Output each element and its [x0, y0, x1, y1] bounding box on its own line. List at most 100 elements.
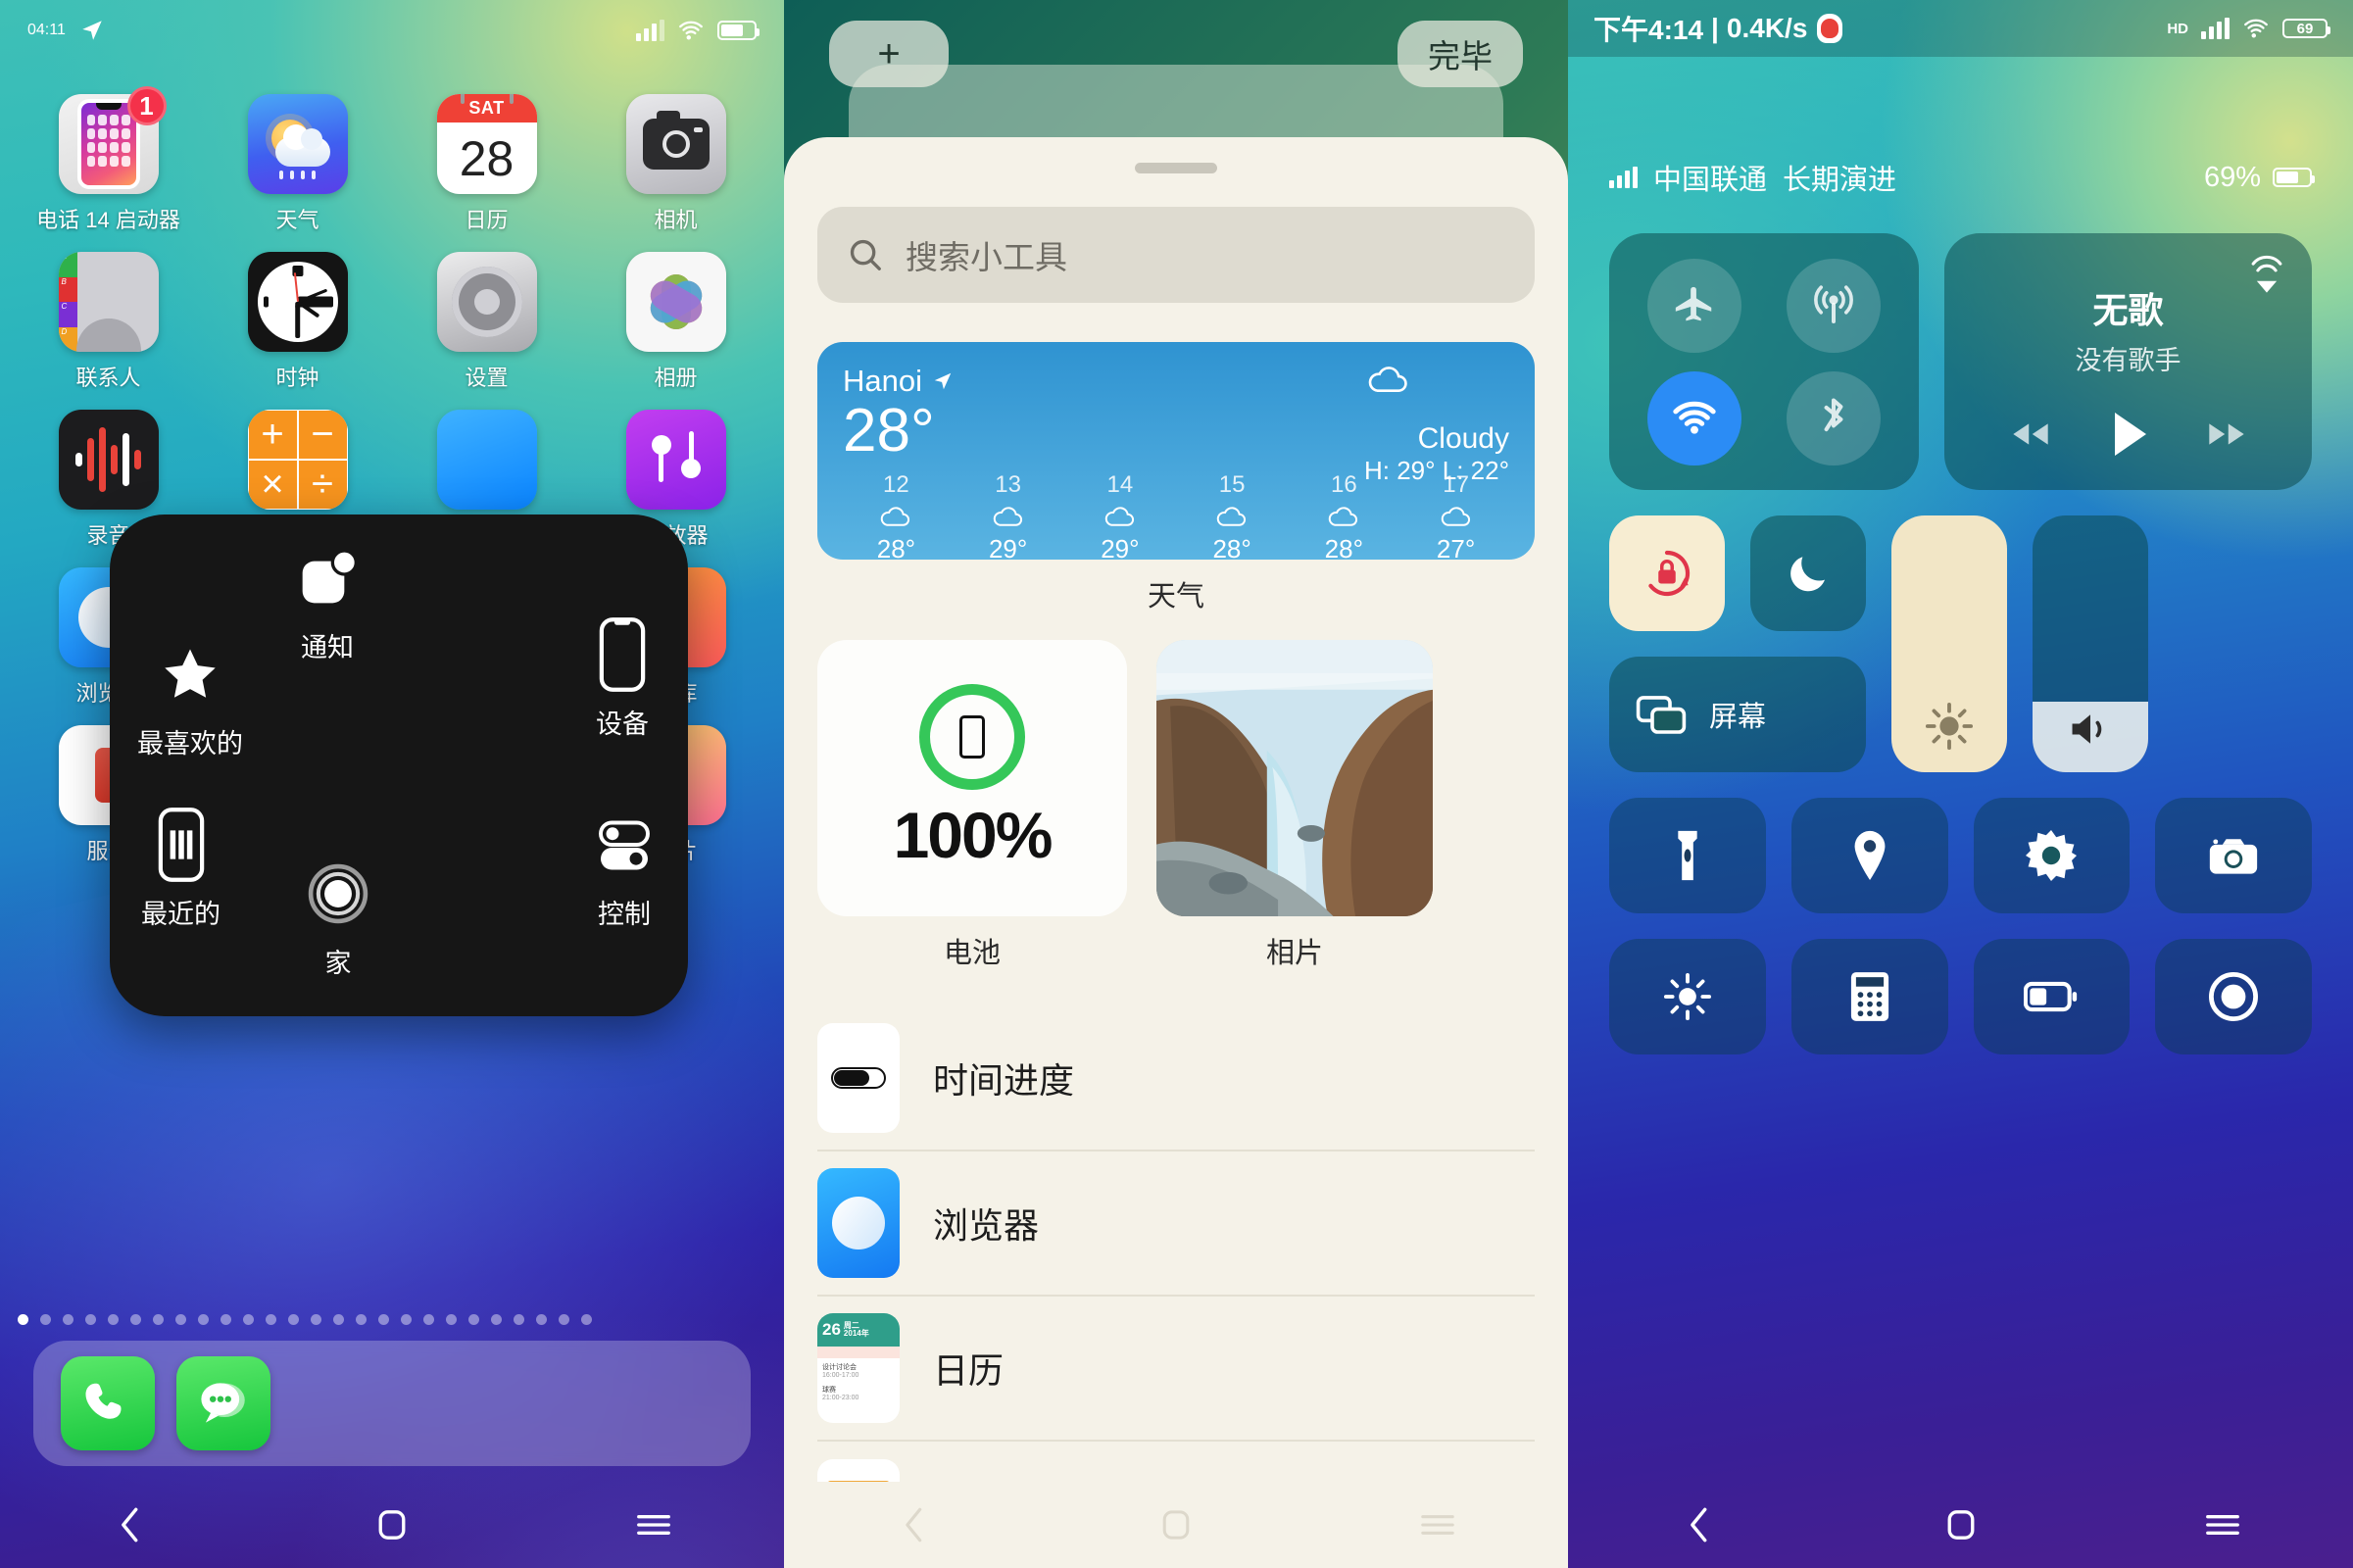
android-nav-bar	[1568, 1482, 2353, 1568]
media-title: 无歌	[2092, 289, 2164, 330]
control-row-toggles: 屏幕	[1609, 515, 2312, 772]
control-center-panel: 下午4:14 | 0.4K/s HD 69 中国联通 长期演进 69% 无歌 没…	[1568, 0, 2353, 1568]
fast-forward-icon[interactable]	[2204, 417, 2249, 451]
dock	[33, 1341, 751, 1466]
home-square-icon[interactable]	[1142, 1499, 1210, 1550]
sheet-grabber[interactable]	[1135, 163, 1217, 173]
list-item[interactable]: 浏览器	[817, 1152, 1535, 1297]
menu-lines-icon[interactable]	[2188, 1499, 2257, 1550]
at-item-device[interactable]: 设备	[586, 617, 659, 741]
at-item-favorites[interactable]: 最喜欢的	[137, 638, 243, 760]
at-label: 设备	[596, 710, 649, 739]
cellular-data-button[interactable]	[1787, 258, 1881, 353]
phone-icon[interactable]	[61, 1356, 155, 1450]
menu-lines-icon[interactable]	[1403, 1499, 1472, 1550]
airplay-icon[interactable]	[2245, 253, 2288, 296]
battery-half-icon	[2024, 980, 2079, 1013]
back-chevron-icon[interactable]	[1665, 1499, 1734, 1550]
qq-penguin-icon	[1817, 14, 1843, 43]
battery-widget-preview[interactable]: 100%	[817, 640, 1127, 916]
brightness-sun-icon	[1925, 702, 1974, 751]
location-button[interactable]	[1790, 798, 1948, 913]
hd-label: HD	[2167, 20, 2188, 37]
screen-mirroring-label: 屏幕	[1709, 702, 1767, 733]
wifi-button[interactable]	[1647, 370, 1741, 466]
screen-record-button[interactable]	[2155, 939, 2312, 1054]
battery-icon	[2273, 168, 2315, 187]
app-launcher[interactable]: 1 电话 14 启动器	[14, 76, 203, 234]
flashlight-icon	[1668, 827, 1707, 884]
assistive-touch-menu[interactable]: 通知 最喜欢的 设备 最近的 家 控制	[110, 514, 688, 1016]
page-dots[interactable]	[0, 1314, 784, 1325]
hour-temp: 28°	[1324, 534, 1363, 564]
volume-slider[interactable]	[2033, 515, 2148, 772]
app-clock[interactable]: 12 3 6 9 时钟	[203, 234, 392, 392]
app-label: 联系人	[75, 366, 141, 390]
airplane-mode-button[interactable]	[1647, 258, 1741, 353]
brightness-slider[interactable]	[1891, 515, 2007, 772]
back-chevron-icon[interactable]	[880, 1499, 949, 1550]
do-not-disturb-button[interactable]	[1750, 515, 1866, 631]
search-input[interactable]: 搜索小工具	[817, 207, 1535, 303]
screen-mirroring-button[interactable]: 屏幕	[1609, 657, 1866, 772]
toggles-left-column: 屏幕	[1609, 515, 1866, 772]
app-row: ABCD 联系人 12 3 6 9 时	[14, 234, 770, 392]
signal-bars-icon	[636, 20, 664, 41]
hour-label: 14	[1106, 471, 1134, 498]
volume-icon	[2067, 708, 2114, 751]
at-item-home[interactable]: 家	[302, 858, 374, 980]
battery-icon: 69	[2282, 19, 2330, 38]
menu-lines-icon[interactable]	[619, 1499, 688, 1550]
app-camera[interactable]: 相机	[581, 76, 770, 234]
app-photos[interactable]: 相册	[581, 234, 770, 392]
search-icon	[847, 236, 884, 273]
list-item[interactable]: 时间进度	[817, 1006, 1535, 1152]
at-label: 控制	[598, 900, 651, 929]
app-calendar[interactable]: SAT 28 日历	[392, 76, 581, 234]
moon-icon	[1785, 550, 1832, 597]
play-icon[interactable]	[2106, 409, 2151, 460]
camera-button[interactable]	[2155, 798, 2312, 913]
home-square-icon[interactable]	[1927, 1499, 1995, 1550]
app-label: 时钟	[275, 366, 319, 390]
hour-temp: 27°	[1436, 534, 1476, 564]
wifi-icon	[1670, 399, 1719, 438]
at-item-control[interactable]: 控制	[588, 808, 661, 931]
battery-percent: 100%	[893, 799, 1054, 871]
weather-city: Hanoi	[843, 364, 922, 398]
three-panel-screenshot: 04:11 1 电话 14 启动器 天气 SAT 28 日历 相机 A B C …	[0, 0, 2353, 1568]
app-weather[interactable]: 天气	[203, 76, 392, 234]
app-contacts[interactable]: ABCD 联系人	[14, 234, 203, 392]
app-label: 日历	[465, 208, 509, 232]
brightness-sun-icon	[1663, 972, 1712, 1021]
add-widget-button[interactable]: +	[829, 21, 949, 87]
app-settings[interactable]: 设置	[392, 234, 581, 392]
calculator-button[interactable]	[1790, 939, 1948, 1054]
list-item[interactable]: 26 周二 2014年 设计讨论会 16:00-17:00 球赛 21:00-23:00…	[817, 1297, 1535, 1442]
status-bar: 04:11	[0, 0, 784, 61]
app-label: 天气	[275, 208, 319, 232]
rotation-lock-icon	[1640, 546, 1694, 601]
at-item-recents[interactable]: 最近的	[141, 808, 221, 931]
done-button[interactable]: 完毕	[1397, 21, 1523, 87]
settings-icon	[436, 252, 537, 352]
weather-widget-preview[interactable]: Hanoi 28° Cloudy H: 29° L: 22° 12 28° 13…	[817, 342, 1535, 564]
battery-icon	[717, 21, 760, 40]
cloud-icon	[876, 505, 915, 528]
location-arrow-icon	[79, 18, 105, 43]
messages-icon[interactable]	[176, 1356, 270, 1450]
home-square-icon[interactable]	[358, 1499, 426, 1550]
hour-temp: 28°	[876, 534, 916, 564]
rewind-icon[interactable]	[2008, 417, 2053, 451]
night-shift-button[interactable]	[1973, 798, 2131, 913]
cellular-antenna-icon	[1810, 282, 1857, 329]
at-item-notifications[interactable]: 通知	[291, 542, 364, 664]
low-power-mode-button[interactable]	[1973, 939, 2131, 1054]
bluetooth-button[interactable]	[1787, 370, 1881, 466]
rotation-lock-button[interactable]	[1609, 515, 1725, 631]
weather-condition: Cloudy	[1417, 422, 1509, 455]
back-chevron-icon[interactable]	[96, 1499, 165, 1550]
photo-widget-preview[interactable]	[1156, 640, 1433, 916]
brightness-button[interactable]	[1609, 939, 1766, 1054]
flashlight-button[interactable]	[1609, 798, 1766, 913]
